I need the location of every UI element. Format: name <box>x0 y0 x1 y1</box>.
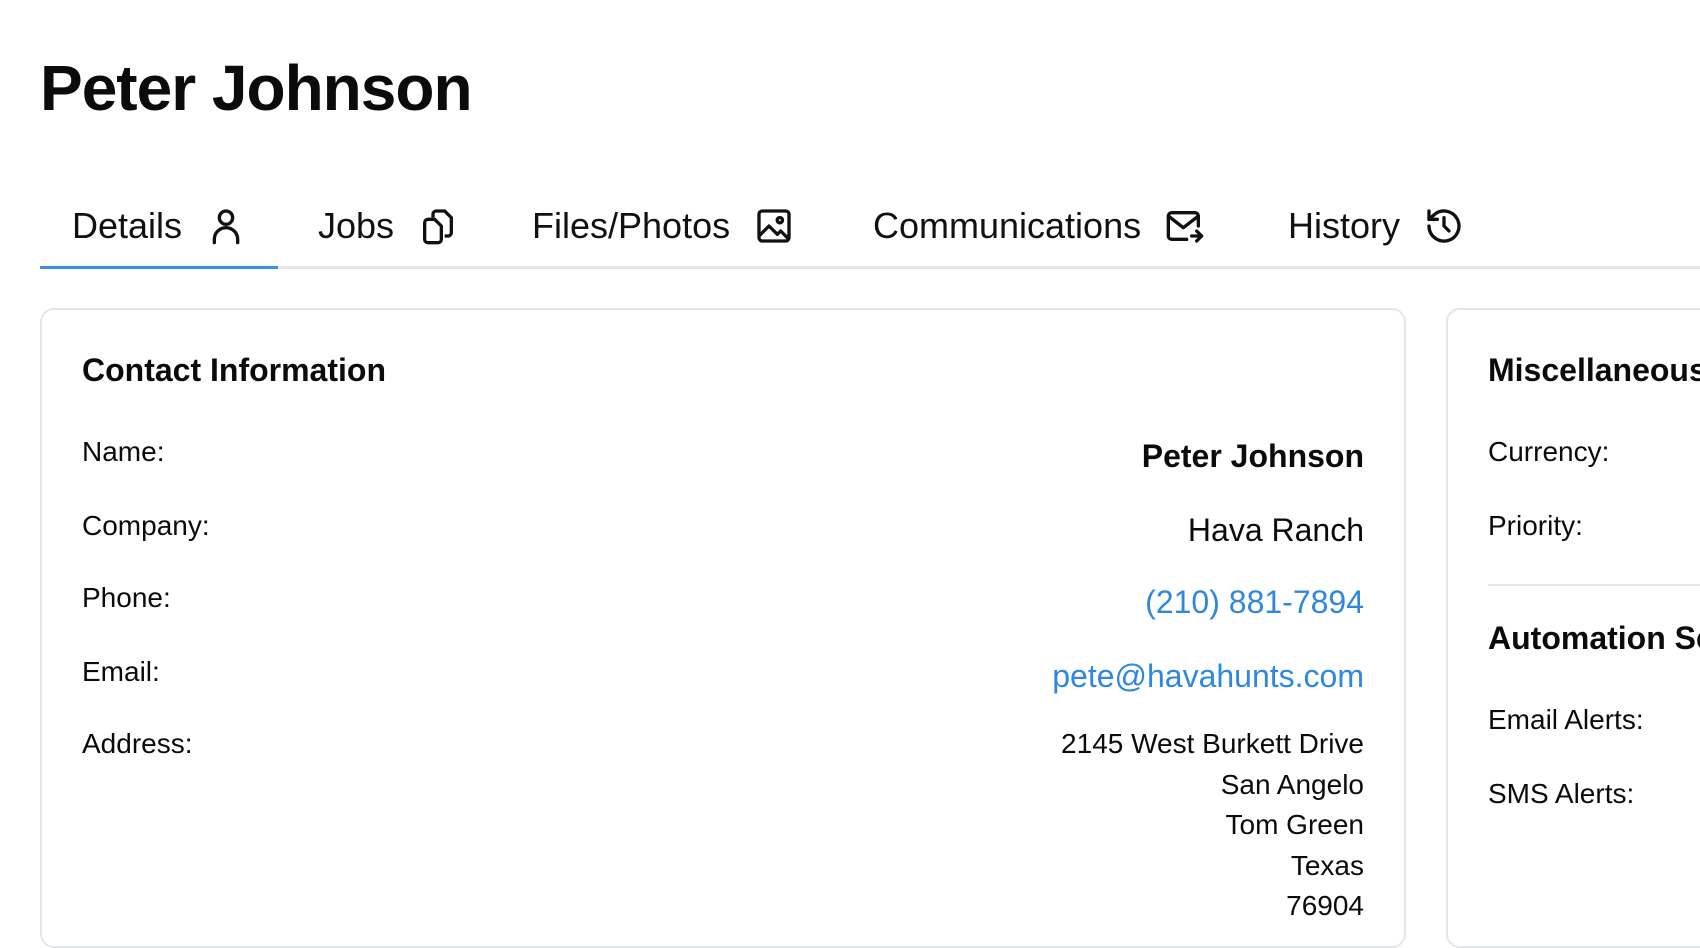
user-icon <box>206 205 246 247</box>
history-icon <box>1424 205 1464 247</box>
email-link[interactable]: pete@havahunts.com <box>1052 658 1364 695</box>
tab-communications-label: Communications <box>873 205 1142 246</box>
image-icon <box>754 205 794 247</box>
sms-alerts-label: SMS Alerts: <box>1488 778 1635 809</box>
company-value: Hava Ranch <box>1187 512 1364 548</box>
tab-details-label: Details <box>72 205 183 246</box>
address-county: Tom Green <box>1225 809 1365 840</box>
tab-history[interactable]: History <box>1288 186 1464 266</box>
priority-label: Priority: <box>1488 510 1583 541</box>
tab-history-label: History <box>1288 205 1401 246</box>
tab-files-photos[interactable]: Files/Photos <box>532 186 794 266</box>
tab-files-photos-label: Files/Photos <box>532 205 731 246</box>
name-label: Name: <box>82 436 165 467</box>
address-street: 2145 West Burkett Drive <box>1061 728 1364 759</box>
address-value: 2145 West Burkett Drive San Angelo Tom G… <box>1061 724 1364 927</box>
email-alerts-label: Email Alerts: <box>1488 704 1644 735</box>
section-divider <box>1488 584 1700 586</box>
email-label: Email: <box>82 656 160 687</box>
name-value: Peter Johnson <box>1141 438 1364 474</box>
contact-information-title: Contact Information <box>82 352 386 388</box>
tab-bar: Details Jobs Files/Photos Communications <box>39 186 1700 269</box>
miscellaneous-card: Miscellaneous Currency: Priority: Automa… <box>1446 308 1700 948</box>
miscellaneous-title: Miscellaneous <box>1488 352 1700 388</box>
currency-label: Currency: <box>1488 436 1610 467</box>
copy-icon <box>418 205 458 247</box>
contact-information-card: Contact Information Name: Peter Johnson … <box>40 308 1406 948</box>
address-state: Texas <box>1290 849 1364 881</box>
automation-settings-title: Automation Se <box>1488 620 1700 656</box>
company-label: Company: <box>82 510 210 541</box>
mail-forward-icon <box>1165 205 1205 247</box>
address-city: San Angelo <box>1220 768 1364 800</box>
address-label: Address: <box>82 728 193 759</box>
phone-label: Phone: <box>82 582 171 613</box>
phone-link[interactable]: (210) 881-7894 <box>1145 584 1364 621</box>
tab-communications[interactable]: Communications <box>873 186 1205 266</box>
tab-jobs-label: Jobs <box>318 205 395 246</box>
address-zip: 76904 <box>1286 890 1364 921</box>
tab-jobs[interactable]: Jobs <box>318 186 458 266</box>
page-title: Peter Johnson <box>40 52 473 124</box>
tab-details[interactable]: Details <box>39 186 279 269</box>
